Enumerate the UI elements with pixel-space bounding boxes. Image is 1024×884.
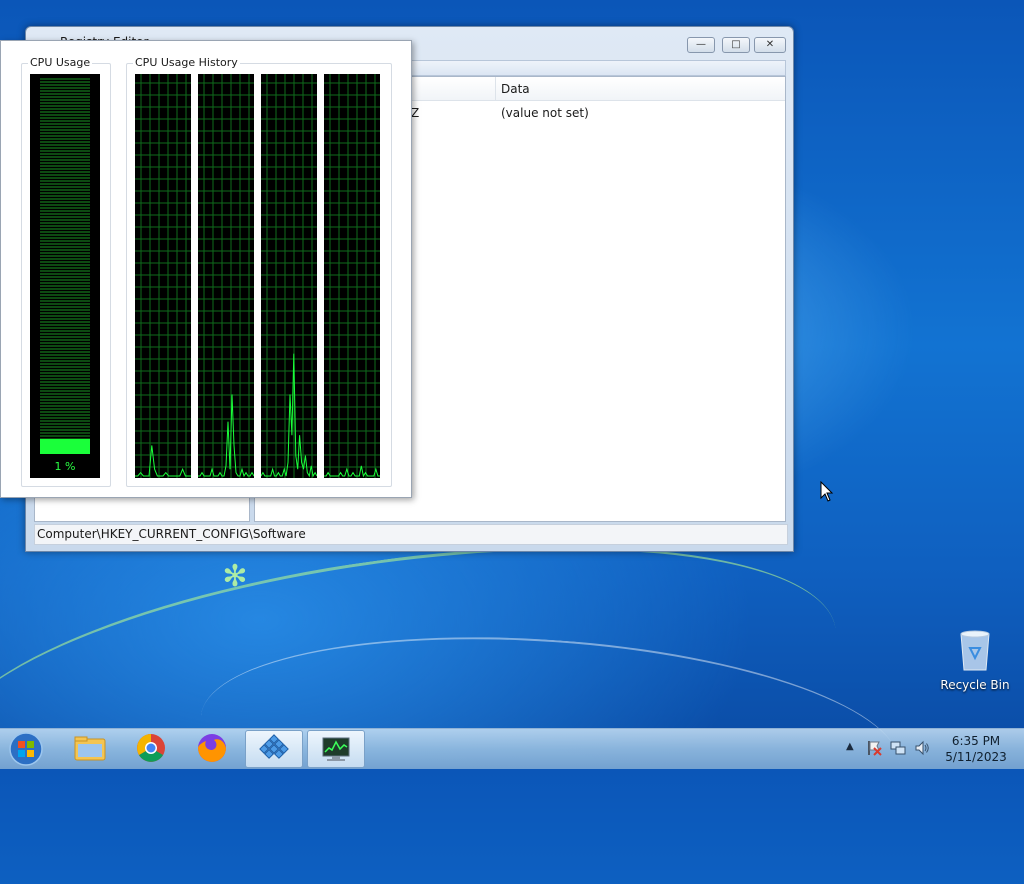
column-header-data[interactable]: Data [501,82,530,96]
cpu-meter-bars [40,78,90,454]
taskbar-app-chrome[interactable] [123,730,179,766]
core-3-plot [261,74,317,478]
taskbar-app-windows-explorer[interactable] [62,730,118,766]
cpu-history-graph-core-1 [135,74,191,478]
cpu-usage-meter: 1 % [30,74,100,478]
column-divider[interactable] [495,77,496,100]
recycle-bin-label: Recycle Bin [940,678,1010,692]
volume-icon[interactable] [914,740,930,756]
cpu-usage-label: CPU Usage [28,56,93,69]
recycle-bin-icon [958,628,992,672]
recycle-bin[interactable]: Recycle Bin [938,628,1012,692]
cpu-history-label: CPU Usage History [133,56,240,69]
close-button[interactable]: ✕ [754,37,786,53]
row-type-fragment: Z [411,106,420,120]
start-button[interactable] [6,731,46,767]
row-data-value: (value not set) [501,106,589,120]
clock-time: 6:35 PM [951,734,1001,748]
core-2-plot [198,74,254,478]
core-1-plot [135,74,191,478]
cpu-history-trace [261,353,317,478]
cpu-meter-fill [40,439,90,454]
core-4-plot [324,74,380,478]
folder-icon [74,736,106,761]
action-center-flag-icon[interactable] [866,740,882,756]
cpu-history-trace [135,445,191,477]
tray-expand-button[interactable]: ▲ [846,741,854,752]
maximize-button[interactable]: □ [722,37,750,53]
cpu-history-graph-core-3 [261,74,317,478]
status-bar-path: Computer\HKEY_CURRENT_CONFIG\Software [34,524,788,545]
clock-date: 5/11/2023 [945,750,1007,764]
registry-icon [259,734,289,759]
wallpaper-leaf-icon: ✻ [222,559,248,594]
minimize-button[interactable]: — [687,37,715,53]
taskbar-app-task-manager[interactable] [307,730,365,768]
cpu-history-group: CPU Usage History [126,56,392,487]
mouse-cursor-icon [820,481,834,502]
network-icon[interactable] [890,740,906,756]
firefox-icon [198,734,226,762]
cpu-history-graph-core-4 [324,74,380,478]
cpu-usage-group: CPU Usage 1 % [21,56,111,487]
taskbar: ▲ 6:35 PM 5/11/2023 [0,728,1024,769]
cpu-history-graph-core-2 [198,74,254,478]
task-manager-performance-window[interactable]: CPU Usage 1 % CPU Usage History [0,40,412,498]
taskbar-clock[interactable]: 6:35 PM 5/11/2023 [936,733,1016,765]
chrome-icon [137,734,165,762]
cpu-percent-label: 1 % [54,460,76,473]
taskbar-app-registry-editor[interactable] [245,730,303,768]
taskbar-app-firefox[interactable] [184,730,240,766]
task-manager-icon [322,737,350,761]
windows-logo-icon [9,732,43,766]
